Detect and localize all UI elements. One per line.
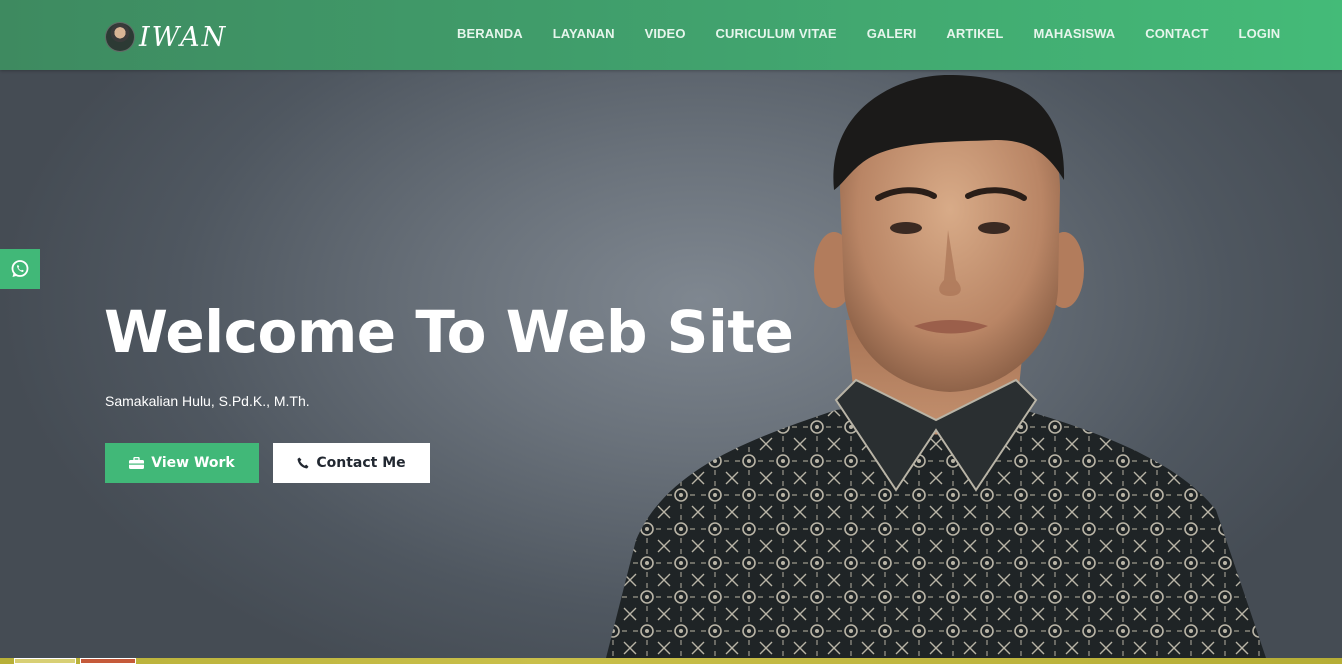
brand-name: IWAN [139, 21, 228, 53]
view-work-label: View Work [151, 455, 235, 471]
brand-logo[interactable]: IWAN [105, 17, 227, 57]
nav-item-login[interactable]: LOGIN [1239, 26, 1281, 41]
hero-subtitle: Samakalian Hulu, S.Pd.K., M.Th. [105, 393, 310, 409]
phone-icon [297, 457, 309, 469]
nav-item-layanan[interactable]: LAYANAN [553, 26, 615, 41]
brand-avatar [105, 22, 135, 52]
main-nav: BERANDA LAYANAN VIDEO CURICULUM VITAE GA… [457, 26, 1310, 41]
nav-item-mahasiswa[interactable]: MAHASISWA [1033, 26, 1115, 41]
hero-title: Welcome To Web Site [104, 298, 794, 366]
top-navbar: IWAN BERANDA LAYANAN VIDEO CURICULUM VIT… [0, 0, 1342, 70]
next-section-strip [0, 658, 1342, 664]
nav-item-beranda[interactable]: BERANDA [457, 26, 523, 41]
view-work-button[interactable]: View Work [105, 443, 259, 483]
whatsapp-icon [11, 260, 29, 277]
hero-section: Welcome To Web Site Samakalian Hulu, S.P… [0, 70, 1342, 658]
contact-me-button[interactable]: Contact Me [273, 443, 430, 483]
nav-item-galeri[interactable]: GALERI [867, 26, 917, 41]
nav-item-video[interactable]: VIDEO [645, 26, 686, 41]
nav-item-artikel[interactable]: ARTIKEL [946, 26, 1003, 41]
gallery-thumbnail[interactable] [80, 658, 136, 664]
nav-item-contact[interactable]: CONTACT [1145, 26, 1208, 41]
contact-me-label: Contact Me [316, 455, 406, 471]
whatsapp-button[interactable] [0, 249, 40, 289]
gallery-thumbnail[interactable] [14, 658, 76, 664]
nav-item-curiculum-vitae[interactable]: CURICULUM VITAE [716, 26, 837, 41]
briefcase-icon [129, 457, 145, 469]
